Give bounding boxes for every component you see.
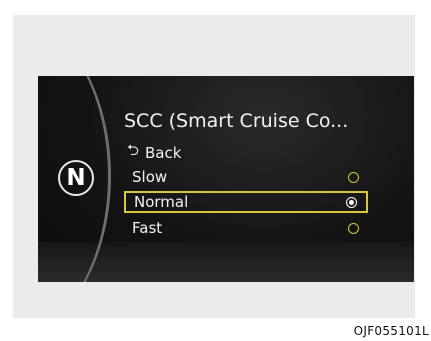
option-fast[interactable]: Fast — [124, 217, 368, 239]
figure-code: OJF055101L — [353, 324, 429, 338]
option-label: Fast — [132, 219, 163, 237]
radio-icon — [348, 222, 359, 234]
option-normal[interactable]: Normal — [124, 191, 368, 213]
option-slow[interactable]: Slow — [124, 166, 368, 188]
menu-title: SCC (Smart Cruise Co... — [124, 110, 349, 132]
cluster-display: N SCC (Smart Cruise Co... ⮌ Back Slow No… — [38, 76, 414, 282]
back-label: Back — [145, 143, 182, 162]
back-button[interactable]: ⮌ Back — [127, 140, 181, 165]
radio-icon — [348, 171, 359, 183]
gear-indicator: N — [58, 160, 94, 196]
option-label: Normal — [134, 193, 189, 211]
radio-selected-icon — [346, 196, 357, 208]
return-arrow-icon: ⮌ — [127, 141, 140, 159]
option-label: Slow — [132, 168, 168, 186]
